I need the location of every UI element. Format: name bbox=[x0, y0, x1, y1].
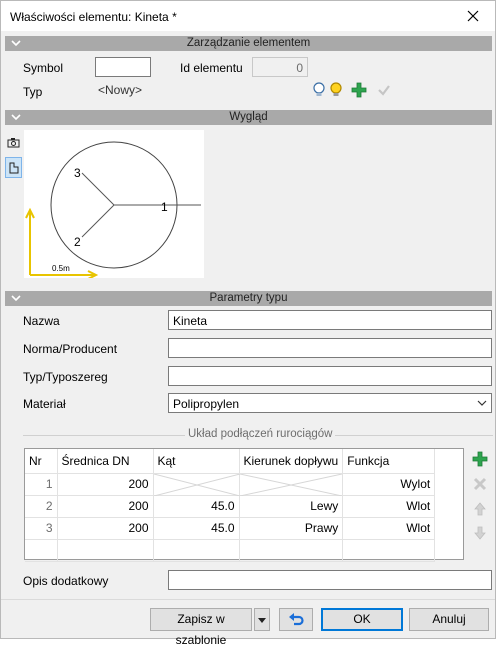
move-up-button[interactable] bbox=[470, 499, 490, 519]
footer-separator bbox=[1, 599, 495, 600]
delete-icon bbox=[473, 477, 487, 491]
section-management-header[interactable]: Zarządzanie elementem bbox=[5, 36, 492, 51]
bulb-blue-icon bbox=[313, 82, 325, 96]
series-label: Typ/Typoszereg bbox=[23, 370, 108, 384]
column-header-angle[interactable]: Kąt bbox=[153, 449, 240, 474]
extra-desc-label: Opis dodatkowy bbox=[23, 574, 109, 588]
symbol-input[interactable] bbox=[95, 57, 151, 77]
arrow-down-icon bbox=[474, 526, 486, 540]
column-header-direction[interactable]: Kierunek dopływu bbox=[239, 449, 344, 474]
element-preview: 1 2 3 0.5m bbox=[24, 130, 204, 280]
table-row-empty[interactable] bbox=[25, 539, 436, 562]
save-template-button[interactable]: Zapisz w szablonie bbox=[150, 608, 252, 647]
connections-table[interactable]: Nr Średnica DN Kąt Kierunek dopływu Funk… bbox=[24, 448, 464, 562]
ok-button[interactable]: OK bbox=[321, 608, 403, 631]
move-down-button[interactable] bbox=[470, 523, 490, 543]
bulb-yellow-icon bbox=[330, 82, 342, 96]
add-type-button[interactable] bbox=[349, 80, 369, 100]
section-appearance-header[interactable]: Wygląd bbox=[5, 110, 492, 125]
table-row[interactable]: 1 200 Wylot bbox=[25, 473, 436, 496]
column-header-nr[interactable]: Nr bbox=[25, 449, 58, 474]
undo-icon bbox=[289, 613, 304, 626]
cell-angle[interactable]: 45.0 bbox=[153, 517, 240, 540]
cell-direction[interactable]: Lewy bbox=[239, 495, 344, 518]
view-2d-button[interactable] bbox=[5, 157, 22, 178]
column-header-function[interactable]: Funkcja bbox=[342, 449, 436, 474]
camera-icon bbox=[7, 138, 20, 148]
outlet-label-2: 2 bbox=[74, 235, 81, 249]
name-input[interactable]: Kineta bbox=[168, 310, 492, 330]
id-field: 0 bbox=[252, 57, 308, 77]
id-label: Id elementu bbox=[180, 61, 243, 75]
series-input[interactable] bbox=[168, 366, 492, 386]
type-label: Typ bbox=[23, 85, 43, 99]
name-label: Nazwa bbox=[23, 314, 60, 328]
cell-dn[interactable]: 200 bbox=[57, 473, 154, 496]
section-type-params-title: Parametry typu bbox=[209, 292, 288, 304]
cancel-button[interactable]: Anuluj bbox=[409, 608, 489, 631]
table-header-row: Nr Średnica DN Kąt Kierunek dopływu Funk… bbox=[25, 449, 436, 474]
cell-function[interactable]: Wlot bbox=[342, 517, 436, 540]
cell-function[interactable]: Wlot bbox=[342, 495, 436, 518]
window-title: Właściwości elementu: Kineta * bbox=[10, 10, 177, 24]
chevron-down-icon bbox=[11, 114, 21, 121]
shape-icon bbox=[9, 162, 18, 173]
scale-label: 0.5m bbox=[52, 264, 70, 273]
column-header-dn[interactable]: Średnica DN bbox=[57, 449, 154, 474]
material-value: Polipropylen bbox=[173, 397, 240, 411]
symbol-label: Symbol bbox=[23, 61, 64, 75]
undo-button[interactable] bbox=[279, 608, 313, 631]
add-icon bbox=[472, 451, 488, 467]
cell-function[interactable]: Wylot bbox=[342, 473, 436, 496]
type-info-button[interactable] bbox=[326, 80, 346, 100]
chevron-down-icon bbox=[11, 295, 21, 302]
delete-connection-button[interactable] bbox=[470, 474, 490, 494]
table-row[interactable]: 2 200 45.0 Lewy Wlot bbox=[25, 495, 436, 518]
material-select[interactable]: Polipropylen bbox=[168, 393, 492, 413]
cell-nr: 2 bbox=[25, 495, 58, 518]
connections-group-title: Układ podłączeń rurociągów bbox=[185, 428, 336, 440]
cell-angle-disabled bbox=[153, 473, 240, 496]
cell-direction-disabled bbox=[239, 473, 344, 496]
section-management-title: Zarządzanie elementem bbox=[186, 37, 311, 49]
section-appearance-title: Wygląd bbox=[229, 111, 268, 123]
check-icon bbox=[378, 85, 390, 96]
dropdown-arrow-icon bbox=[258, 618, 266, 623]
confirm-type-button[interactable] bbox=[374, 80, 394, 100]
chevron-down-icon bbox=[11, 40, 21, 47]
section-type-params-header[interactable]: Parametry typu bbox=[5, 291, 492, 306]
cell-dn[interactable]: 200 bbox=[57, 495, 154, 518]
norm-label: Norma/Producent bbox=[23, 342, 118, 356]
cell-nr: 1 bbox=[25, 473, 58, 496]
table-row[interactable]: 3 200 45.0 Prawy Wlot bbox=[25, 517, 436, 540]
cell-dn[interactable]: 200 bbox=[57, 517, 154, 540]
close-button[interactable] bbox=[451, 1, 495, 31]
cell-nr: 3 bbox=[25, 517, 58, 540]
save-template-dropdown[interactable] bbox=[254, 608, 270, 631]
properties-dialog: Właściwości elementu: Kineta * Zarządzan… bbox=[0, 0, 496, 647]
add-connection-button[interactable] bbox=[470, 449, 490, 469]
outlet-label-3: 3 bbox=[74, 166, 81, 180]
view-3d-button[interactable] bbox=[5, 132, 22, 153]
extra-desc-input[interactable] bbox=[168, 570, 492, 590]
norm-input[interactable] bbox=[168, 338, 492, 358]
close-icon bbox=[467, 10, 479, 22]
cell-direction[interactable]: Prawy bbox=[239, 517, 344, 540]
arrow-up-icon bbox=[474, 502, 486, 516]
material-label: Materiał bbox=[23, 397, 66, 411]
type-value: <Nowy> bbox=[98, 83, 143, 97]
cell-angle[interactable]: 45.0 bbox=[153, 495, 240, 518]
add-icon bbox=[351, 82, 367, 98]
outlet-label-1: 1 bbox=[161, 200, 168, 214]
title-bar: Właściwości elementu: Kineta * bbox=[1, 1, 495, 31]
dropdown-arrow-icon bbox=[477, 400, 487, 406]
